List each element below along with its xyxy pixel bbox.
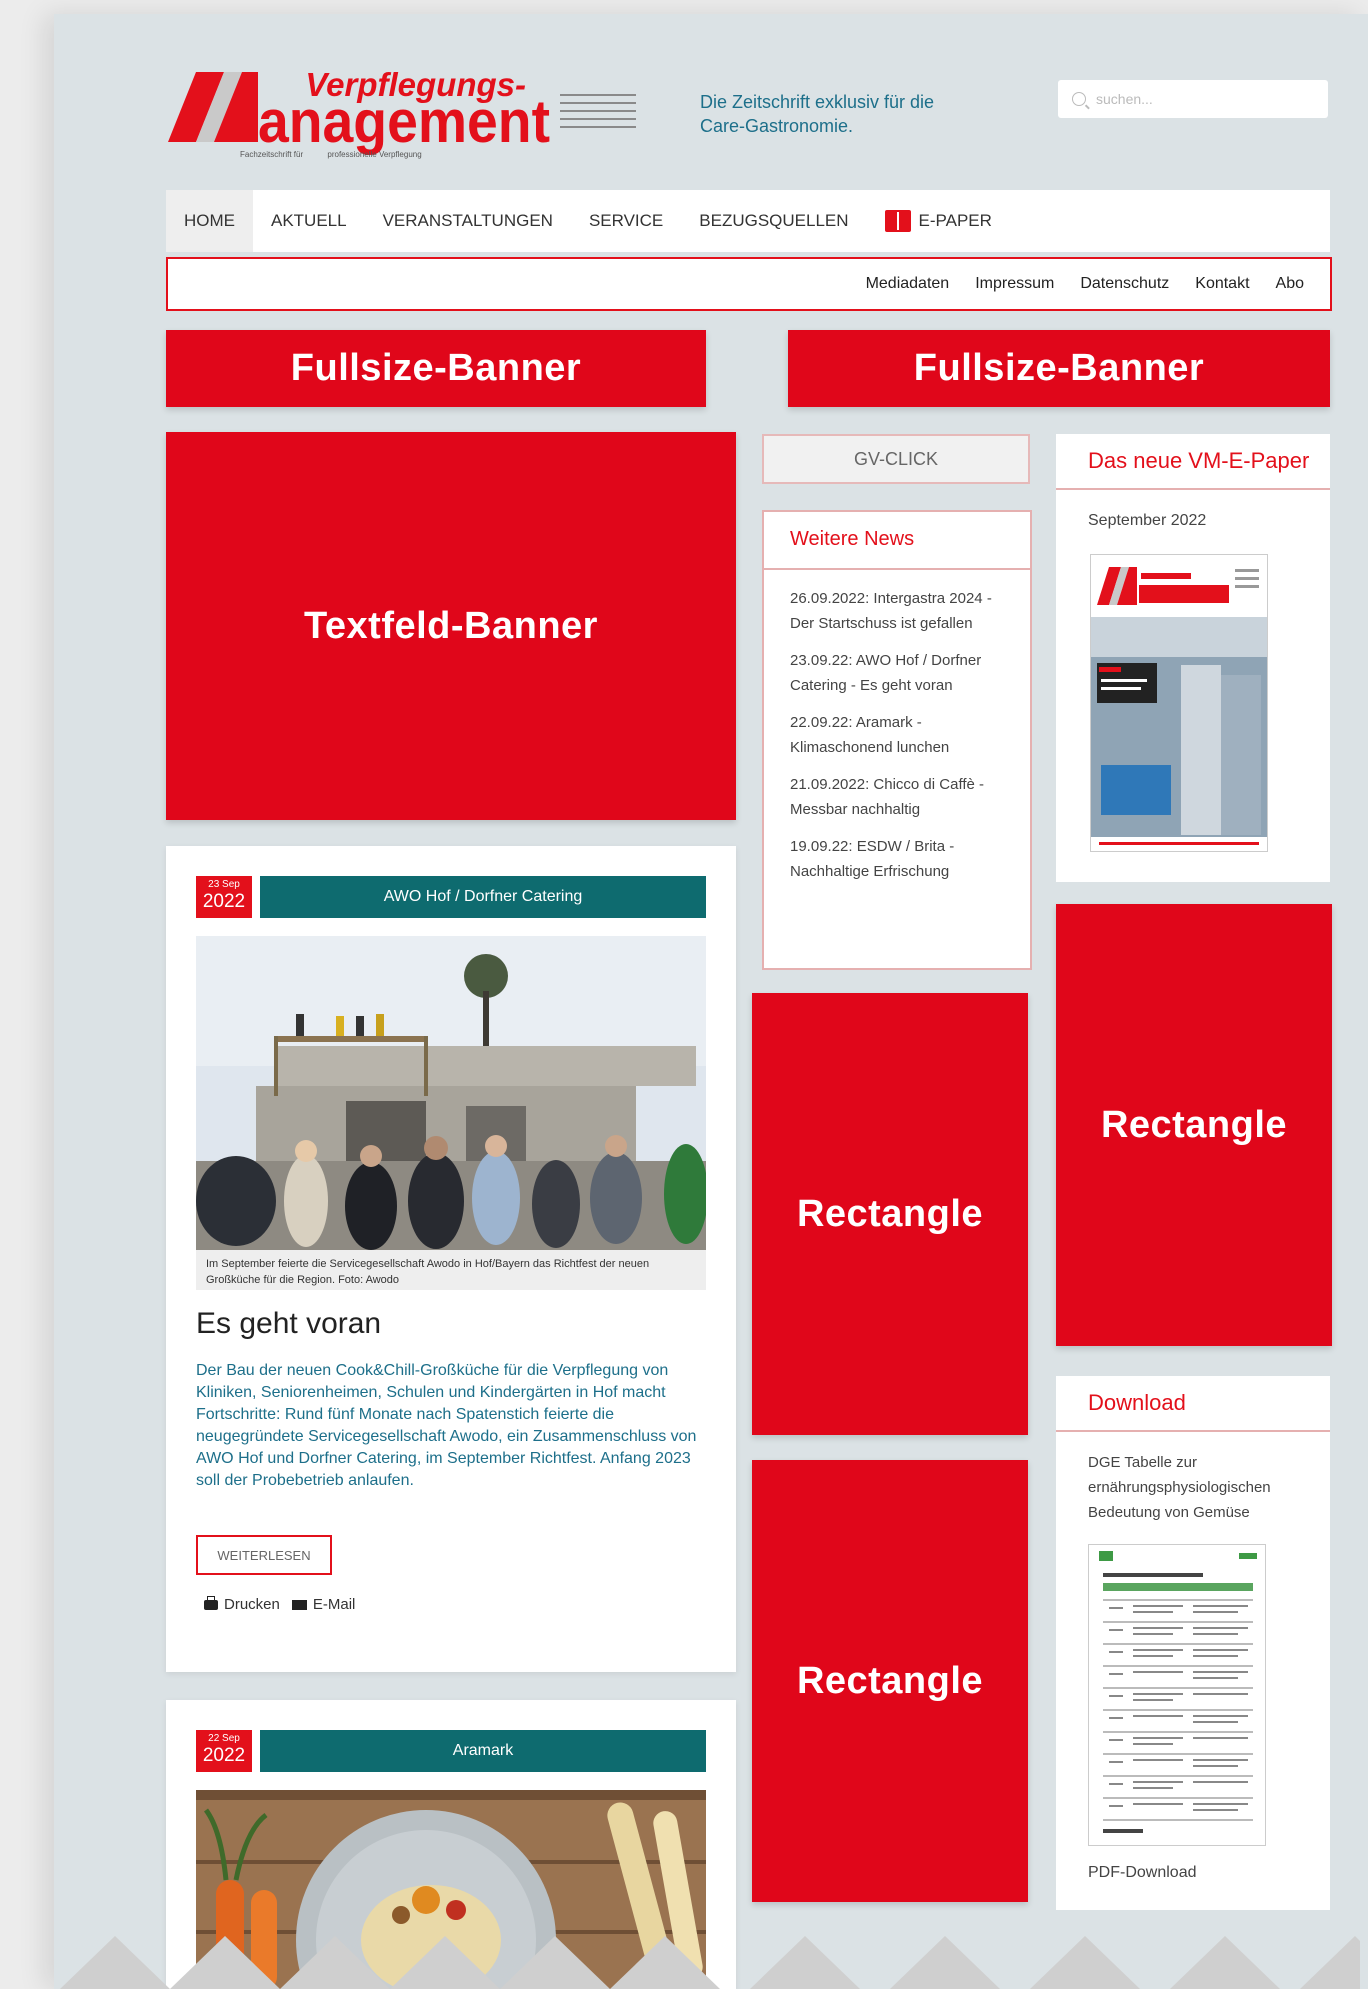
epaper-cover-image[interactable]	[1090, 554, 1268, 852]
news-item[interactable]: 23.09.22: AWO Hof / Dorfner Catering - E…	[790, 648, 1018, 698]
download-box: Download DGE Tabelle zur ernährungsphysi…	[1056, 1376, 1330, 1910]
news-box-title: Weitere News	[790, 528, 915, 550]
date-year: 2022	[202, 891, 246, 912]
print-link[interactable]: Drucken	[224, 1596, 280, 1613]
nav-item-epaper[interactable]: E-PAPER	[867, 190, 1010, 252]
news-item[interactable]: 19.09.22: ESDW / Brita - Nachhaltige Erf…	[790, 834, 1018, 884]
subnav-kontakt[interactable]: Kontakt	[1195, 275, 1249, 293]
logo-subline: Fachzeitschrift für professionelle Verpf…	[240, 150, 444, 159]
news-item[interactable]: 21.09.2022: Chicco di Caffè - Messbar na…	[790, 772, 1018, 822]
pdf-download-link[interactable]: PDF-Download	[1088, 1864, 1196, 1882]
article-card: 23 Sep 2022 AWO Hof / Dorfner Catering I…	[166, 846, 736, 1672]
fullsize-banner-right[interactable]: Fullsize-Banner	[788, 330, 1330, 407]
date-day: 23 Sep	[208, 879, 240, 890]
photo-caption: Im September feierte die Servicegesellsc…	[196, 1250, 706, 1290]
subnav-impressum[interactable]: Impressum	[975, 275, 1054, 293]
read-more-button[interactable]: WEITERLESEN	[196, 1535, 332, 1575]
magazine-cover	[1091, 555, 1267, 851]
article-category[interactable]: AWO Hof / Dorfner Catering	[260, 876, 706, 918]
download-description: DGE Tabelle zur ernährungsphysiologische…	[1088, 1454, 1271, 1521]
epaper-divider	[1056, 488, 1330, 490]
nav-item-bezugsquellen[interactable]: BEZUGSQUELLEN	[681, 190, 866, 252]
download-divider	[1056, 1430, 1330, 1432]
search-icon	[1072, 92, 1086, 106]
logo-sub-left: Fachzeitschrift für	[240, 150, 304, 159]
gv-click-button[interactable]: GV-CLICK	[762, 434, 1030, 484]
epaper-box: Das neue VM-E-Paper September 2022	[1056, 434, 1330, 882]
date-day: 22 Sep	[208, 1733, 240, 1744]
download-box-title: Download	[1088, 1390, 1186, 1415]
textfeld-banner[interactable]: Textfeld-Banner	[166, 432, 736, 820]
download-document-preview[interactable]	[1088, 1544, 1266, 1846]
nav-item-service[interactable]: SERVICE	[571, 190, 681, 252]
article-photo[interactable]	[196, 936, 706, 1250]
site-tagline: Die Zeitschrift exklusiv für die Care-Ga…	[700, 92, 935, 136]
subnav-mediadaten[interactable]: Mediadaten	[866, 275, 950, 293]
rectangle-banner-middle-bottom[interactable]: Rectangle	[752, 1460, 1028, 1902]
printer-icon	[204, 1595, 218, 1610]
secondary-nav: Mediadaten Impressum Datenschutz Kontakt…	[166, 257, 1332, 311]
article-category[interactable]: Aramark	[260, 1730, 706, 1772]
subnav-abo[interactable]: Abo	[1276, 275, 1304, 293]
epaper-issue-date: September 2022	[1088, 512, 1207, 529]
svg-text:anagement: anagement	[258, 88, 550, 155]
article-actions: Drucken E-Mail	[204, 1595, 356, 1613]
main-nav: HOME AKTUELL VERANSTALTUNGEN SERVICE BEZ…	[166, 190, 1330, 252]
article-date-badge: 22 Sep 2022	[196, 1730, 252, 1772]
article-headline[interactable]: Es geht voran	[196, 1307, 381, 1341]
date-year: 2022	[202, 1745, 246, 1766]
search-input[interactable]: suchen...	[1096, 91, 1153, 107]
nav-item-epaper-label: E-PAPER	[918, 211, 992, 230]
decorative-zigzag-border	[60, 1936, 1360, 1989]
news-item[interactable]: 22.09.22: Aramark - Klimaschonend lunche…	[790, 710, 1018, 760]
epaper-box-title: Das neue VM-E-Paper	[1088, 448, 1310, 473]
article-teaser: Der Bau der neuen Cook&Chill-Großküche f…	[196, 1362, 697, 1489]
site-logo[interactable]: Verpflegungs- anagement Fachzeitschrift …	[166, 66, 638, 166]
document-thumbnail	[1089, 1545, 1265, 1845]
logo-sub-right: professionelle Verpflegung	[327, 150, 422, 159]
email-icon	[291, 1599, 307, 1610]
news-item[interactable]: 26.09.2022: Intergastra 2024 - Der Start…	[790, 586, 1018, 636]
subnav-datenschutz[interactable]: Datenschutz	[1080, 275, 1169, 293]
rectangle-banner-middle-top[interactable]: Rectangle	[752, 993, 1028, 1435]
construction-site-image	[196, 936, 706, 1250]
fullsize-banner-left[interactable]: Fullsize-Banner	[166, 330, 706, 407]
nav-item-aktuell[interactable]: AKTUELL	[253, 190, 365, 252]
logo-fine-print	[560, 94, 636, 134]
rectangle-banner-right[interactable]: Rectangle	[1056, 904, 1332, 1346]
search-box[interactable]: suchen...	[1058, 80, 1328, 118]
nav-item-home[interactable]: HOME	[166, 190, 253, 252]
email-link[interactable]: E-Mail	[313, 1596, 356, 1613]
epaper-icon	[884, 210, 911, 232]
article-date-badge: 23 Sep 2022	[196, 876, 252, 918]
nav-item-veranstaltungen[interactable]: VERANSTALTUNGEN	[365, 190, 571, 252]
news-divider	[764, 568, 1030, 570]
news-list: 26.09.2022: Intergastra 2024 - Der Start…	[790, 586, 1018, 896]
news-box: Weitere News 26.09.2022: Intergastra 202…	[762, 510, 1032, 970]
